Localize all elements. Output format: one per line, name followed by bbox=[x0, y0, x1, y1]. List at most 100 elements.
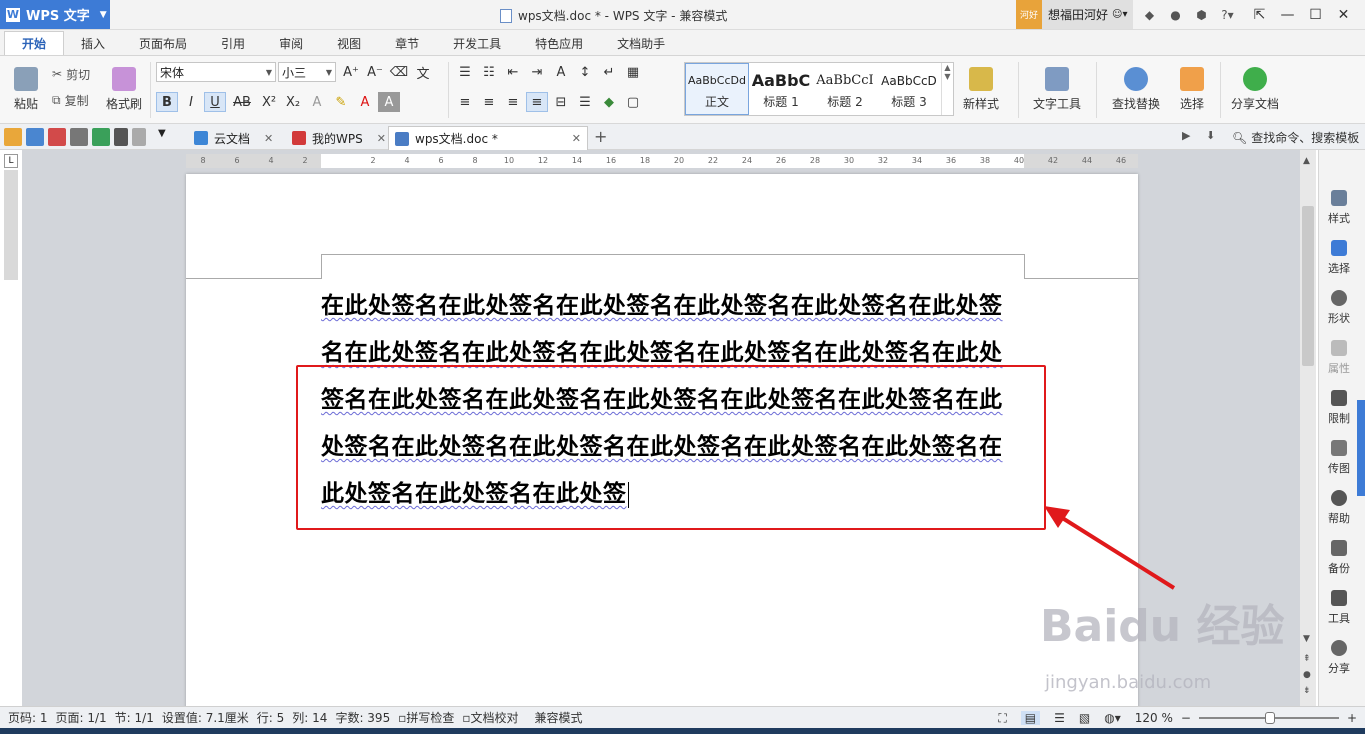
reading-view-icon[interactable]: ▧ bbox=[1079, 711, 1090, 725]
distributed-icon[interactable]: ⊟ bbox=[550, 92, 572, 112]
clear-format-icon[interactable]: ⌫ bbox=[388, 62, 410, 82]
scroll-up-icon[interactable]: ▲ bbox=[1303, 156, 1310, 166]
status-word-count[interactable]: 字数: 395 bbox=[335, 709, 390, 726]
superscript-button[interactable]: X² bbox=[258, 92, 280, 112]
tab-insert[interactable]: 插入 bbox=[64, 31, 122, 55]
close-icon[interactable]: ✕ bbox=[377, 132, 386, 145]
grow-font-icon[interactable]: A⁺ bbox=[340, 62, 362, 82]
style-normal[interactable]: AaBbCcDd 正文 bbox=[685, 63, 749, 115]
settings-icon[interactable]: ⬢ bbox=[1191, 5, 1211, 25]
underline-button[interactable]: U bbox=[204, 92, 226, 112]
open-icon[interactable] bbox=[4, 128, 22, 146]
bullets-icon[interactable]: ☰ bbox=[454, 62, 476, 82]
highlight-icon[interactable]: ✎ bbox=[330, 92, 352, 112]
copy-button[interactable]: ⧉ 复制 bbox=[52, 88, 89, 112]
help-icon[interactable]: ?▾ bbox=[1217, 5, 1237, 25]
tab-doc-assistant[interactable]: 文档助手 bbox=[600, 31, 682, 55]
tab-home[interactable]: 开始 bbox=[4, 31, 65, 55]
minimize-button[interactable]: — bbox=[1273, 0, 1301, 29]
text-effect-icon[interactable]: A bbox=[306, 92, 328, 112]
restore-ribbon-icon[interactable]: ⇱ bbox=[1245, 0, 1273, 29]
text-line[interactable]: 名在此处签名在此处签名在此处签名在此处签名在此处签名在此处 bbox=[321, 339, 1003, 366]
vertical-ruler[interactable] bbox=[4, 170, 18, 706]
align-right-icon[interactable]: ≡ bbox=[502, 92, 524, 112]
tab-page-layout[interactable]: 页面布局 bbox=[122, 31, 204, 55]
zoom-out-icon[interactable]: − bbox=[1181, 711, 1191, 725]
paste-button[interactable]: 粘贴 bbox=[6, 60, 46, 112]
next-page-icon[interactable]: ⇟ bbox=[1303, 686, 1311, 696]
zoom-slider[interactable] bbox=[1198, 712, 1339, 724]
side-upload-image[interactable]: 传图 bbox=[1319, 440, 1359, 476]
shrink-font-icon[interactable]: A⁻ bbox=[364, 62, 386, 82]
status-setting-value[interactable]: 设置值: 7.1厘米 bbox=[162, 709, 249, 726]
export-pdf-icon[interactable] bbox=[48, 128, 66, 146]
side-help[interactable]: 帮助 bbox=[1319, 490, 1359, 526]
tab-list-icon[interactable]: ▶ bbox=[1182, 129, 1190, 142]
gallery-scroll[interactable]: ▲ ▼ bbox=[941, 63, 953, 115]
feedback-icon[interactable]: ● bbox=[1165, 5, 1185, 25]
user-name[interactable]: 想福田河好 ☺▾ bbox=[1042, 0, 1134, 29]
tab-cloud-docs[interactable]: 云文档 ✕ bbox=[188, 126, 279, 150]
tab-view[interactable]: 视图 bbox=[320, 31, 378, 55]
font-name-select[interactable]: 宋体 ▼ bbox=[156, 62, 276, 82]
undo-icon[interactable] bbox=[114, 128, 128, 146]
status-row[interactable]: 行: 5 bbox=[257, 709, 285, 726]
justify-icon[interactable]: ≡ bbox=[526, 92, 548, 112]
find-replace-button[interactable]: 查找替换 bbox=[1106, 60, 1166, 112]
avatar[interactable]: 河好 bbox=[1016, 0, 1042, 29]
close-icon[interactable]: ✕ bbox=[572, 132, 581, 145]
side-select[interactable]: 选择 bbox=[1319, 240, 1359, 276]
text-line[interactable]: 在此处签名在此处签名在此处签名在此处签名在此处签名在此处签 bbox=[321, 292, 1003, 319]
horizontal-ruler[interactable]: 8 6 4 2 2 4 6 8 10 12 14 16 18 20 22 24 26 28 30 32 34 36 38 40… bbox=[186, 154, 1138, 168]
new-tab-icon[interactable]: + bbox=[594, 127, 607, 146]
close-button[interactable]: ✕ bbox=[1329, 0, 1357, 29]
status-column[interactable]: 列: 14 bbox=[292, 709, 327, 726]
new-style-button[interactable]: 新样式 bbox=[960, 60, 1002, 112]
tab-section[interactable]: 章节 bbox=[378, 31, 436, 55]
status-page-number[interactable]: 页码: 1 bbox=[8, 709, 48, 726]
show-marks-icon[interactable]: ↵ bbox=[598, 62, 620, 82]
font-size-select[interactable]: 小三 ▼ bbox=[278, 62, 336, 82]
strikethrough-button[interactable]: AB bbox=[228, 92, 256, 112]
maximize-button[interactable]: ☐ bbox=[1301, 0, 1329, 29]
select-button[interactable]: 选择 bbox=[1172, 60, 1212, 112]
scroll-down-icon[interactable]: ▼ bbox=[1303, 634, 1310, 644]
text-tools-button[interactable]: 文字工具 bbox=[1028, 60, 1086, 112]
font-color-icon[interactable]: A bbox=[354, 92, 376, 112]
page-view-icon[interactable]: ▤ bbox=[1020, 711, 1041, 725]
zoom-in-icon[interactable]: + bbox=[1347, 711, 1357, 725]
side-panel-handle[interactable] bbox=[1357, 400, 1365, 496]
border-icon[interactable]: ▢ bbox=[622, 92, 644, 112]
tab-references[interactable]: 引用 bbox=[204, 31, 262, 55]
command-search[interactable]: 🔍︎ 查找命令、搜索模板 bbox=[1232, 129, 1359, 146]
side-styles[interactable]: 样式 bbox=[1319, 190, 1359, 226]
web-view-icon[interactable]: ◍▾ bbox=[1104, 711, 1121, 725]
side-backup[interactable]: 备份 bbox=[1319, 540, 1359, 576]
bold-button[interactable]: B bbox=[156, 92, 178, 112]
ruler-corner[interactable]: L bbox=[4, 154, 18, 168]
app-menu-button[interactable]: W WPS 文字 ▼ bbox=[0, 0, 110, 29]
line-spacing-icon[interactable]: ☰ bbox=[574, 92, 596, 112]
vertical-scrollbar[interactable]: ▲ ▼ ⇞ ● ⇟ bbox=[1300, 150, 1316, 706]
close-icon[interactable]: ✕ bbox=[264, 132, 273, 145]
phonetic-icon[interactable]: 文 bbox=[412, 62, 434, 82]
status-pages[interactable]: 页面: 1/1 bbox=[56, 709, 107, 726]
side-shapes[interactable]: 形状 bbox=[1319, 290, 1359, 326]
print-preview-icon[interactable] bbox=[92, 128, 110, 146]
format-painter-button[interactable]: 格式刷 bbox=[102, 60, 146, 112]
sort-icon[interactable]: ↕ bbox=[574, 62, 596, 82]
scrollbar-thumb[interactable] bbox=[1302, 206, 1314, 366]
numbering-icon[interactable]: ☷ bbox=[478, 62, 500, 82]
tab-menu-icon[interactable]: ⬇ bbox=[1206, 129, 1215, 142]
shading-icon[interactable]: ◆ bbox=[598, 92, 620, 112]
table-icon[interactable]: ▦ bbox=[622, 62, 644, 82]
cut-button[interactable]: ✂ 剪切 bbox=[52, 62, 90, 86]
decrease-indent-icon[interactable]: ⇤ bbox=[502, 62, 524, 82]
skin-icon[interactable]: ◆ bbox=[1139, 5, 1159, 25]
style-heading-2[interactable]: AaBbCcI 标题 2 bbox=[813, 63, 877, 115]
align-center-icon[interactable]: ≡ bbox=[478, 92, 500, 112]
side-restrict[interactable]: 限制 bbox=[1319, 390, 1359, 426]
char-shading-icon[interactable]: A bbox=[378, 92, 400, 112]
side-share[interactable]: 分享 bbox=[1319, 640, 1359, 676]
print-icon[interactable] bbox=[70, 128, 88, 146]
